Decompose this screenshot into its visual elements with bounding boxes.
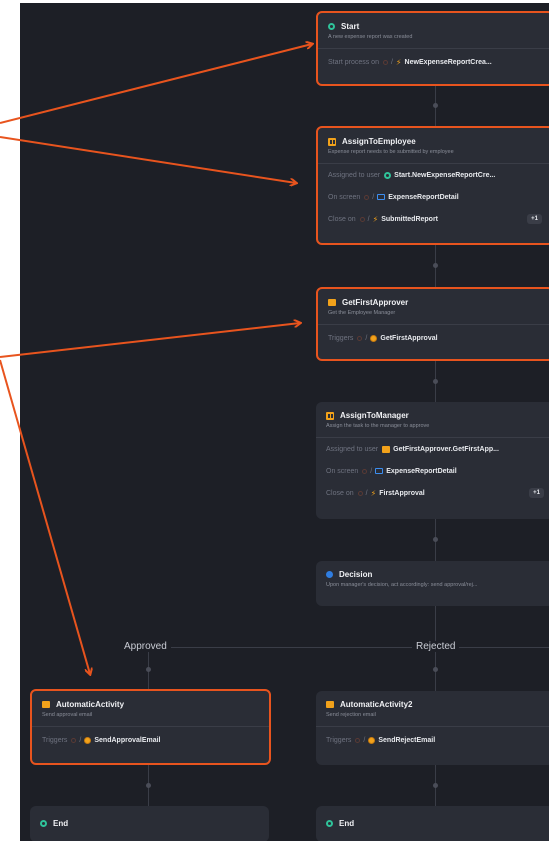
prop-label: On screen <box>326 467 359 475</box>
prop-triggers[interactable]: Triggers / GetFirstApproval <box>318 325 549 351</box>
prop-close-on[interactable]: Close on / ⚡ SubmittedReport +1 <box>318 208 549 230</box>
prop-value: Start.NewExpenseReportCre... <box>394 171 496 179</box>
prop-assigned-to-user[interactable]: Assigned to user GetFirstApprover.GetFir… <box>316 438 549 460</box>
event-circle-icon <box>355 737 361 743</box>
node-description: Send rejection email <box>326 712 376 718</box>
start-circle-icon <box>384 171 392 179</box>
connector-dot <box>146 783 151 788</box>
prop-value: ExpenseReportDetail <box>388 193 459 201</box>
prop-label: Triggers <box>42 736 68 744</box>
node-title: End <box>339 819 355 828</box>
more-badge[interactable]: +1 <box>527 214 542 224</box>
end-circle-icon <box>40 820 47 827</box>
connector-dot <box>433 667 438 672</box>
node-title: GetFirstApprover <box>342 298 409 307</box>
node-title: AutomaticActivity <box>56 700 125 709</box>
more-badge[interactable]: +1 <box>529 488 544 498</box>
prop-triggers[interactable]: Triggers / SendApprovalEmail <box>32 727 269 753</box>
prop-label: Triggers <box>328 334 354 342</box>
prop-label: On screen <box>328 193 361 201</box>
prop-value: SubmittedReport <box>381 215 438 223</box>
screen-icon <box>377 194 386 200</box>
prop-value: NewExpenseReportCrea... <box>404 58 492 66</box>
prop-on-screen[interactable]: On screen / ExpenseReportDetail <box>316 460 549 482</box>
prop-label: Close on <box>328 215 356 223</box>
branch-label-approved: Approved <box>120 641 171 652</box>
action-cog-icon <box>84 736 92 744</box>
connector-dot <box>433 103 438 108</box>
node-start[interactable]: Start A new expense report was created S… <box>316 11 549 86</box>
connector-dot <box>433 537 438 542</box>
human-activity-icon <box>326 411 334 420</box>
end-circle-icon <box>326 820 333 827</box>
connector-dot <box>433 783 438 788</box>
flow-canvas: Approved Rejected Start A new expense re… <box>20 3 549 841</box>
prop-value: SendApprovalEmail <box>94 736 161 744</box>
prop-close-on[interactable]: Close on / ⚡ FirstApproval +1 <box>316 482 549 504</box>
bolt-icon: ⚡ <box>372 214 379 224</box>
prop-label: Close on <box>326 489 354 497</box>
node-decision[interactable]: Decision Upon manager's decision, act ac… <box>316 561 549 606</box>
automatic-activity-icon <box>42 701 50 708</box>
node-title: End <box>53 819 69 828</box>
node-title: AssignToManager <box>340 411 409 420</box>
bolt-icon: ⚡ <box>395 57 402 67</box>
automatic-activity-icon <box>382 445 391 453</box>
node-end-rejected[interactable]: End <box>316 806 549 841</box>
prop-assigned-to-user[interactable]: Assigned to user Start.NewExpenseReportC… <box>318 164 549 186</box>
connector-dot <box>433 379 438 384</box>
prop-label: Start process on <box>328 58 379 66</box>
prop-start-process-on[interactable]: Start process on / ⚡ NewExpenseReportCre… <box>318 49 549 75</box>
prop-value: FirstApproval <box>379 489 425 497</box>
node-title: AssignToEmployee <box>342 137 416 146</box>
node-description: Assign the task to the manager to approv… <box>326 423 430 429</box>
prop-label: Triggers <box>326 736 352 744</box>
event-circle-icon <box>364 194 370 200</box>
connector-dot <box>433 263 438 268</box>
bolt-icon: ⚡ <box>370 488 377 498</box>
event-circle-icon <box>359 216 365 222</box>
branch-label-rejected: Rejected <box>412 641 460 652</box>
node-automatic-activity-2[interactable]: AutomaticActivity2 Send rejection email … <box>316 691 549 765</box>
node-description: Expense report needs to be submitted by … <box>328 149 454 155</box>
event-circle-icon <box>357 490 363 496</box>
node-get-first-approver[interactable]: GetFirstApprover Get the Employee Manage… <box>316 287 549 361</box>
node-description: Send approval email <box>42 712 93 718</box>
node-description: A new expense report was created <box>328 34 413 40</box>
branch-line <box>148 647 549 648</box>
node-assign-to-employee[interactable]: AssignToEmployee Expense report needs to… <box>316 126 549 245</box>
screen-icon <box>375 468 384 474</box>
node-title: Start <box>341 22 360 31</box>
action-cog-icon <box>370 334 378 342</box>
node-description: Upon manager's decision, act accordingly… <box>326 582 478 588</box>
node-description: Get the Employee Manager <box>328 310 396 316</box>
prop-value: GetFirstApproval <box>380 334 438 342</box>
start-circle-icon <box>328 23 335 30</box>
node-title: Decision <box>339 570 373 579</box>
connector-dot <box>146 667 151 672</box>
node-title: AutomaticActivity2 <box>340 700 413 709</box>
node-end-approved[interactable]: End <box>30 806 269 841</box>
human-activity-icon <box>328 137 336 146</box>
event-circle-icon <box>362 468 368 474</box>
event-circle-icon <box>382 59 388 65</box>
automatic-activity-icon <box>326 701 334 708</box>
prop-value: ExpenseReportDetail <box>386 467 457 475</box>
node-assign-to-manager[interactable]: AssignToManager Assign the task to the m… <box>316 402 549 519</box>
prop-value: SendRejectEmail <box>378 736 436 744</box>
prop-label: Assigned to user <box>328 171 381 179</box>
node-automatic-activity[interactable]: AutomaticActivity Send approval email Tr… <box>30 689 271 765</box>
event-circle-icon <box>357 335 363 341</box>
decision-icon <box>326 571 333 578</box>
prop-label: Assigned to user <box>326 445 379 453</box>
prop-on-screen[interactable]: On screen / ExpenseReportDetail <box>318 186 549 208</box>
event-circle-icon <box>71 737 77 743</box>
automatic-activity-icon <box>328 299 336 306</box>
prop-value: GetFirstApprover.GetFirstApp... <box>393 445 499 453</box>
action-cog-icon <box>368 736 376 744</box>
prop-triggers[interactable]: Triggers / SendRejectEmail <box>316 727 549 753</box>
